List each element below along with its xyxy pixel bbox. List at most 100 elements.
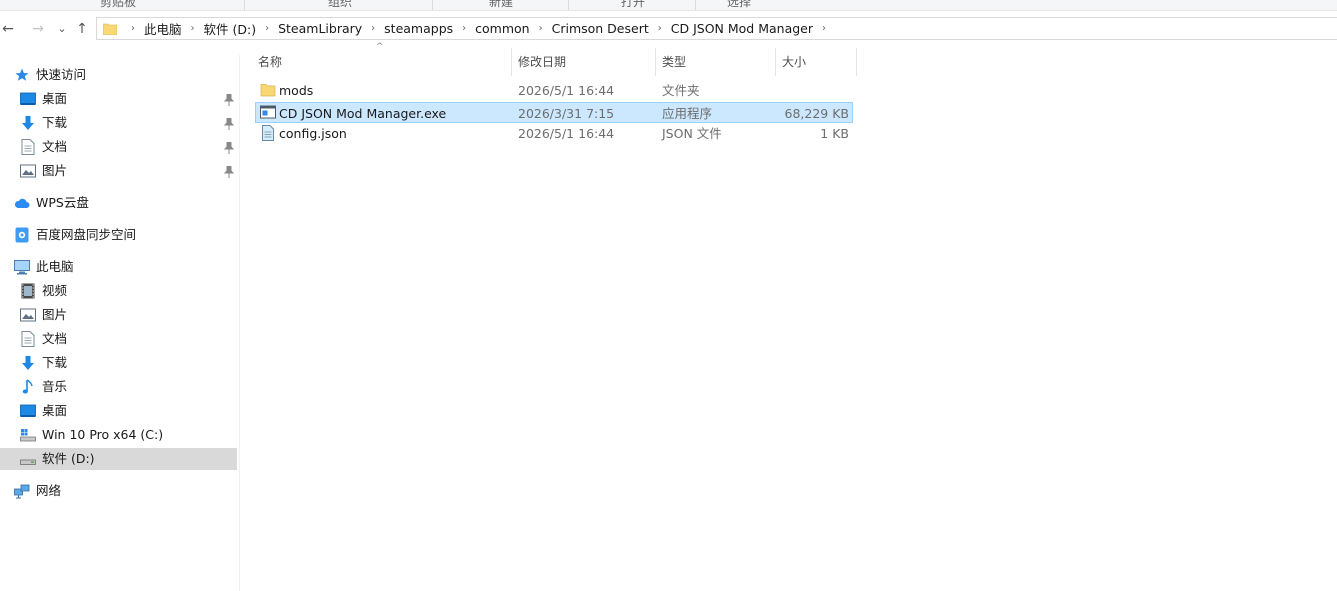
ribbon-separator <box>244 0 245 10</box>
sidebar-item-label: 快速访问 <box>36 67 87 82</box>
column-header-size[interactable]: 大小 <box>776 48 857 76</box>
sidebar-item-label: 视频 <box>42 283 68 298</box>
document-icon <box>20 331 36 347</box>
breadcrumb-crimson-desert[interactable]: Crimson Desert <box>549 21 652 36</box>
chevron-right-icon[interactable]: › <box>259 23 275 34</box>
baidu-netdisk-icon <box>14 227 30 243</box>
ribbon-group-new: 新建 <box>488 0 513 9</box>
ribbon-separator <box>695 0 696 10</box>
sidebar-item-label: Win 10 Pro x64 (C:) <box>42 427 164 442</box>
sidebar-item-quick-access[interactable]: 快速访问 <box>14 64 86 86</box>
sidebar-item-label: 文档 <box>42 331 68 346</box>
chevron-right-icon[interactable]: › <box>533 23 549 34</box>
pin-icon[interactable] <box>224 166 234 178</box>
windows-drive-icon <box>20 427 36 443</box>
breadcrumb-this-pc[interactable]: 此电脑 <box>141 19 185 38</box>
sidebar-item-desktop-pc[interactable]: 桌面 <box>20 400 67 422</box>
sidebar-item-label: 桌面 <box>42 403 68 418</box>
breadcrumb-common[interactable]: common <box>472 21 532 36</box>
sidebar-item-documents-pc[interactable]: 文档 <box>20 328 67 350</box>
ribbon-separator <box>568 0 569 10</box>
navigation-pane: 快速访问 桌面 下载 文档 图片 WPS云盘 百度网盘同步空间 此电脑 视频 图… <box>0 55 240 591</box>
sidebar-item-wps-cloud[interactable]: WPS云盘 <box>14 192 89 214</box>
desktop-icon <box>20 91 36 107</box>
folder-icon <box>260 84 276 97</box>
address-bar[interactable]: › 此电脑 › 软件 (D:) › SteamLibrary › steamap… <box>96 17 1337 40</box>
ribbon-group-open: 打开 <box>620 0 645 9</box>
application-window-icon <box>260 105 276 119</box>
download-arrow-icon <box>20 115 36 131</box>
folder-icon <box>103 23 117 35</box>
address-row: ← → ⌄ ↑ › 此电脑 › 软件 (D:) › SteamLibrary ›… <box>0 13 1337 45</box>
download-arrow-icon <box>20 355 36 371</box>
video-icon <box>20 283 36 299</box>
file-row-mods[interactable]: mods 2026/5/1 16:44 文件夹 <box>255 80 853 101</box>
chevron-right-icon[interactable]: › <box>125 23 141 34</box>
back-button[interactable]: ← <box>0 19 16 39</box>
computer-icon <box>14 259 30 275</box>
pin-icon[interactable] <box>224 118 234 130</box>
sidebar-item-label: 桌面 <box>42 91 68 106</box>
network-icon <box>14 483 30 499</box>
file-date: 2026/5/1 16:44 <box>518 83 615 98</box>
chevron-right-icon[interactable]: › <box>816 23 832 34</box>
sidebar-item-label: WPS云盘 <box>36 195 89 210</box>
sidebar-item-drive-c[interactable]: Win 10 Pro x64 (C:) <box>20 424 163 446</box>
picture-icon <box>20 307 36 323</box>
breadcrumb-cd-json-mod-manager[interactable]: CD JSON Mod Manager <box>668 21 816 36</box>
sidebar-item-videos[interactable]: 视频 <box>20 280 67 302</box>
breadcrumb-drive-d[interactable]: 软件 (D:) <box>201 19 260 38</box>
sidebar-item-label: 网络 <box>36 483 62 498</box>
sidebar-item-music[interactable]: 音乐 <box>20 376 67 398</box>
chevron-right-icon[interactable]: › <box>365 23 381 34</box>
column-header-type[interactable]: 类型 <box>656 48 776 76</box>
column-header-name[interactable]: 名称 <box>252 48 512 76</box>
sidebar-item-baidu-netdisk[interactable]: 百度网盘同步空间 <box>14 224 136 246</box>
file-name: config.json <box>279 126 347 141</box>
ribbon: 剪贴板 组织 新建 打开 选择 <box>0 0 1337 11</box>
sidebar-item-label: 此电脑 <box>36 259 74 274</box>
sidebar-item-desktop[interactable]: 桌面 <box>20 88 67 110</box>
file-name: mods <box>279 83 314 98</box>
pin-icon[interactable] <box>224 142 234 154</box>
file-type: 应用程序 <box>662 106 713 121</box>
recent-locations-button[interactable]: ⌄ <box>54 19 70 39</box>
pin-icon[interactable] <box>224 94 234 106</box>
sidebar-item-this-pc[interactable]: 此电脑 <box>14 256 74 278</box>
forward-button[interactable]: → <box>30 19 46 39</box>
sidebar-item-label: 图片 <box>42 163 68 178</box>
sidebar-item-label: 下载 <box>42 115 68 130</box>
chevron-right-icon[interactable]: › <box>652 23 668 34</box>
music-note-icon <box>20 379 36 395</box>
file-size: 1 KB <box>820 126 849 141</box>
file-name: CD JSON Mod Manager.exe <box>279 106 447 121</box>
file-date: 2026/3/31 7:15 <box>518 106 615 121</box>
file-row-config[interactable]: config.json 2026/5/1 16:44 JSON 文件 1 KB <box>255 123 853 144</box>
ribbon-separator <box>432 0 433 10</box>
up-button[interactable]: ↑ <box>74 19 90 39</box>
column-header-date[interactable]: 修改日期 <box>512 48 656 76</box>
sidebar-item-pictures[interactable]: 图片 <box>20 160 67 182</box>
sidebar-item-pictures-pc[interactable]: 图片 <box>20 304 67 326</box>
sidebar-item-label: 软件 (D:) <box>42 451 95 466</box>
file-type: JSON 文件 <box>662 126 722 141</box>
breadcrumb-steamapps[interactable]: steamapps <box>381 21 456 36</box>
sidebar-item-drive-d[interactable]: 软件 (D:) <box>0 448 237 470</box>
document-icon <box>20 139 36 155</box>
breadcrumb-steamlibrary[interactable]: SteamLibrary <box>275 21 365 36</box>
star-icon <box>14 67 30 83</box>
sidebar-item-downloads[interactable]: 下载 <box>20 112 67 134</box>
file-date: 2026/5/1 16:44 <box>518 126 615 141</box>
ribbon-group-organize: 组织 <box>327 0 352 9</box>
sidebar-item-label: 音乐 <box>42 379 68 394</box>
chevron-right-icon[interactable]: › <box>456 23 472 34</box>
desktop-icon <box>20 403 36 419</box>
json-file-icon <box>262 125 274 141</box>
sidebar-item-label: 文档 <box>42 139 68 154</box>
chevron-right-icon[interactable]: › <box>185 23 201 34</box>
file-row-exe[interactable]: CD JSON Mod Manager.exe 2026/3/31 7:15 应… <box>255 102 853 123</box>
sidebar-item-downloads-pc[interactable]: 下载 <box>20 352 67 374</box>
sidebar-item-documents[interactable]: 文档 <box>20 136 67 158</box>
drive-icon <box>20 451 36 467</box>
sidebar-item-network[interactable]: 网络 <box>14 480 61 502</box>
